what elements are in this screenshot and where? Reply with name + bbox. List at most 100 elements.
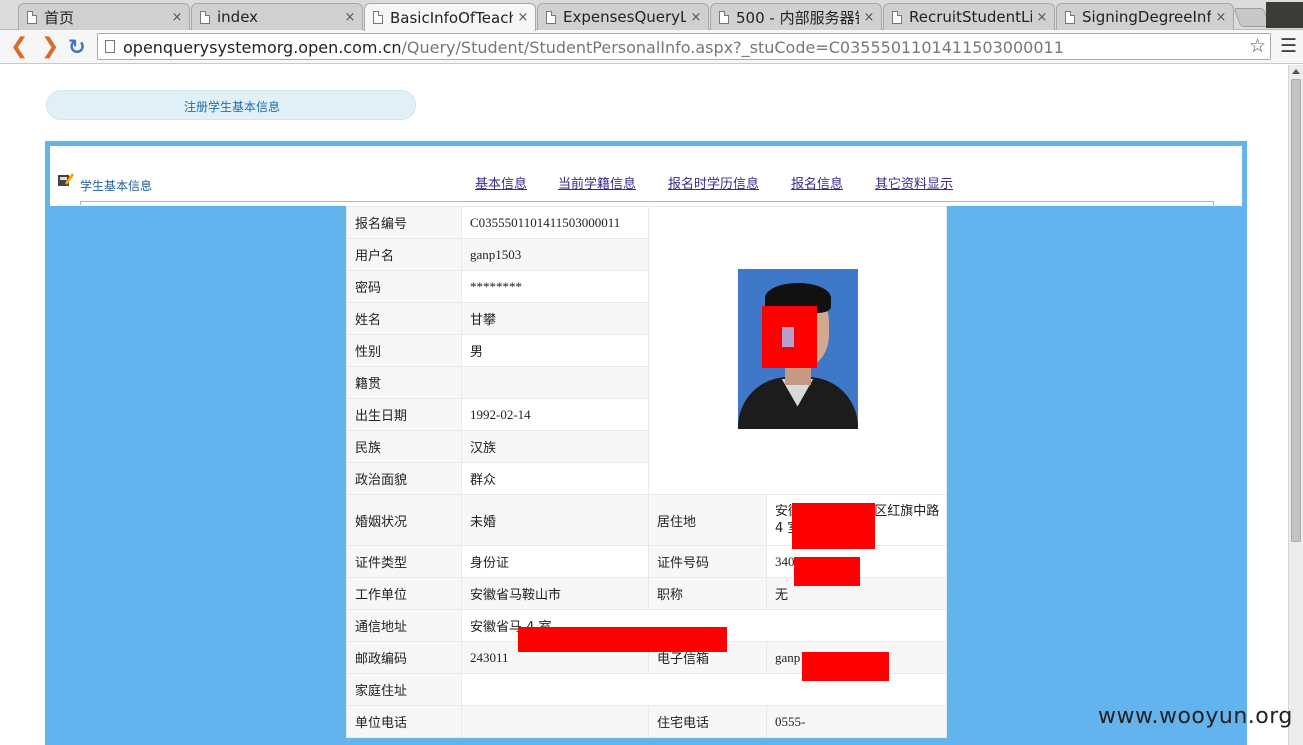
value-cell: 男 xyxy=(461,334,649,367)
tab-title: 500 - 内部服务器错 xyxy=(736,8,859,27)
url-text[interactable]: openquerysystemorg.open.com.cn/Query/Stu… xyxy=(123,38,1064,57)
value-cell: 群众 xyxy=(461,462,649,495)
vertical-scrollbar[interactable] xyxy=(1288,65,1303,745)
tab-close-icon[interactable]: × xyxy=(1036,10,1048,25)
page-icon xyxy=(1065,10,1075,24)
watermark: www.wooyun.org xyxy=(1098,704,1293,729)
tab-title: ExpensesQueryLi xyxy=(563,8,686,26)
value-cell: 甘攀 xyxy=(461,302,649,335)
value-cell: 1992-02-14 xyxy=(461,398,649,431)
value-cell: ******** xyxy=(461,270,649,303)
label-cell: 通信地址 xyxy=(346,609,462,642)
browser-tab-index[interactable]: index × xyxy=(191,3,363,30)
value-cell: C0355501101411503000011 xyxy=(461,206,649,239)
student-photo xyxy=(737,268,858,429)
value-cell: 未婚 xyxy=(461,494,649,546)
tab-close-icon[interactable]: × xyxy=(690,10,702,25)
label-cell: 密码 xyxy=(346,270,462,303)
page-icon xyxy=(200,10,210,24)
label-cell: 证件类型 xyxy=(346,545,462,578)
panel-header: 学生基本信息 基本信息 当前学籍信息 报名时学历信息 报名信息 其它资料显示 xyxy=(50,146,1242,206)
table-row: 单位电话 住宅电话 0555- xyxy=(346,705,947,738)
label-cell: 住宅电话 xyxy=(648,705,767,738)
tab-basic-info[interactable]: 基本信息 xyxy=(475,173,527,192)
value-cell: 身份证 xyxy=(461,545,649,578)
face-redaction xyxy=(761,305,817,368)
browser-tab-500[interactable]: 500 - 内部服务器错 × xyxy=(710,3,882,30)
new-tab-button[interactable] xyxy=(1233,8,1271,27)
value-cell: 0555- xyxy=(766,705,947,738)
label-cell: 民族 xyxy=(346,430,462,463)
page-icon xyxy=(892,10,902,24)
value-cell xyxy=(461,705,649,738)
browser-tab-home[interactable]: 首页 × xyxy=(18,3,190,30)
residence-redaction xyxy=(792,503,875,549)
address-redaction xyxy=(518,627,727,652)
register-student-info-label: 注册学生基本信息 xyxy=(184,100,281,114)
label-cell: 邮政编码 xyxy=(346,641,462,674)
scrollbar-thumb[interactable] xyxy=(1291,79,1301,542)
label-cell: 报名编号 xyxy=(346,206,462,239)
email-redaction xyxy=(802,652,889,681)
photo-cell xyxy=(648,206,947,495)
window-controls[interactable] xyxy=(1266,2,1303,28)
page-icon xyxy=(546,10,556,24)
label-cell: 家庭住址 xyxy=(346,673,462,706)
url-path: /Query/Student/StudentPersonalInfo.aspx?… xyxy=(401,38,1064,57)
tab-other-materials[interactable]: 其它资料显示 xyxy=(875,173,953,192)
label-cell: 工作单位 xyxy=(346,577,462,610)
label-cell: 姓名 xyxy=(346,302,462,335)
value-cell: 汉族 xyxy=(461,430,649,463)
tab-title: RecruitStudentLis xyxy=(909,8,1032,26)
page-icon xyxy=(105,40,115,53)
page-icon xyxy=(27,10,37,24)
tab-close-icon[interactable]: × xyxy=(171,10,183,25)
tab-current-enrollment[interactable]: 当前学籍信息 xyxy=(558,173,636,192)
browser-tab-basicinfo[interactable]: BasicInfoOfTeach × xyxy=(364,3,536,31)
label-cell: 单位电话 xyxy=(346,705,462,738)
forward-arrow-icon[interactable]: ❯ xyxy=(41,34,59,60)
page-icon xyxy=(719,10,729,24)
value-cell xyxy=(461,366,649,399)
tab-title: BasicInfoOfTeach xyxy=(390,8,513,27)
label-cell: 用户名 xyxy=(346,238,462,271)
tab-education-at-registration[interactable]: 报名时学历信息 xyxy=(668,173,759,192)
label-cell: 籍贯 xyxy=(346,366,462,399)
page-icon xyxy=(373,11,383,24)
value-cell: 安徽省马鞍山市 xyxy=(461,577,649,610)
edit-document-icon xyxy=(58,173,74,186)
panel-divider xyxy=(80,201,1214,205)
address-bar[interactable]: openquerysystemorg.open.com.cn/Query/Stu… xyxy=(97,33,1271,60)
label-cell: 居住地 xyxy=(648,494,767,546)
label-cell: 性别 xyxy=(346,334,462,367)
browser-tab-recruit[interactable]: RecruitStudentLis × xyxy=(883,3,1055,30)
register-student-info-button[interactable]: 注册学生基本信息 xyxy=(46,90,416,120)
tab-close-icon[interactable]: × xyxy=(863,10,875,25)
label-cell: 政治面貌 xyxy=(346,462,462,495)
bookmark-star-icon[interactable]: ☆ xyxy=(1249,35,1266,57)
label-cell: 职称 xyxy=(648,577,767,610)
label-cell: 婚姻状况 xyxy=(346,494,462,546)
label-cell: 证件号码 xyxy=(648,545,767,578)
tab-title: 首页 xyxy=(44,8,75,27)
tab-close-icon[interactable]: × xyxy=(344,10,356,25)
browser-tab-expenses[interactable]: ExpensesQueryLi × xyxy=(537,3,709,30)
value-cell: ganp1503 xyxy=(461,238,649,271)
menu-icon[interactable]: ☰ xyxy=(1280,35,1297,57)
section-title: 学生基本信息 xyxy=(80,179,153,193)
url-host: openquerysystemorg.open.com.cn xyxy=(123,38,402,57)
tab-title: SigningDegreeInf xyxy=(1082,8,1211,26)
table-row: 报名编号 C0355501101411503000011 xyxy=(346,206,947,495)
tab-registration-info[interactable]: 报名信息 xyxy=(791,173,843,192)
id-number-redaction xyxy=(794,557,860,586)
reload-icon[interactable]: ↻ xyxy=(68,34,86,60)
scroll-up-arrow-icon[interactable] xyxy=(1292,69,1300,74)
label-cell: 出生日期 xyxy=(346,398,462,431)
browser-toolbar: ❮ ❯ ↻ openquerysystemorg.open.com.cn/Que… xyxy=(0,30,1303,64)
browser-tab-strip: 首页 × index × BasicInfoOfTeach × Expenses… xyxy=(0,0,1303,31)
tab-close-icon[interactable]: × xyxy=(1215,10,1227,25)
tab-title: index xyxy=(217,8,259,26)
back-arrow-icon[interactable]: ❮ xyxy=(10,34,28,60)
tab-close-icon[interactable]: × xyxy=(517,10,529,25)
browser-tab-signing[interactable]: SigningDegreeInf × xyxy=(1056,3,1234,30)
